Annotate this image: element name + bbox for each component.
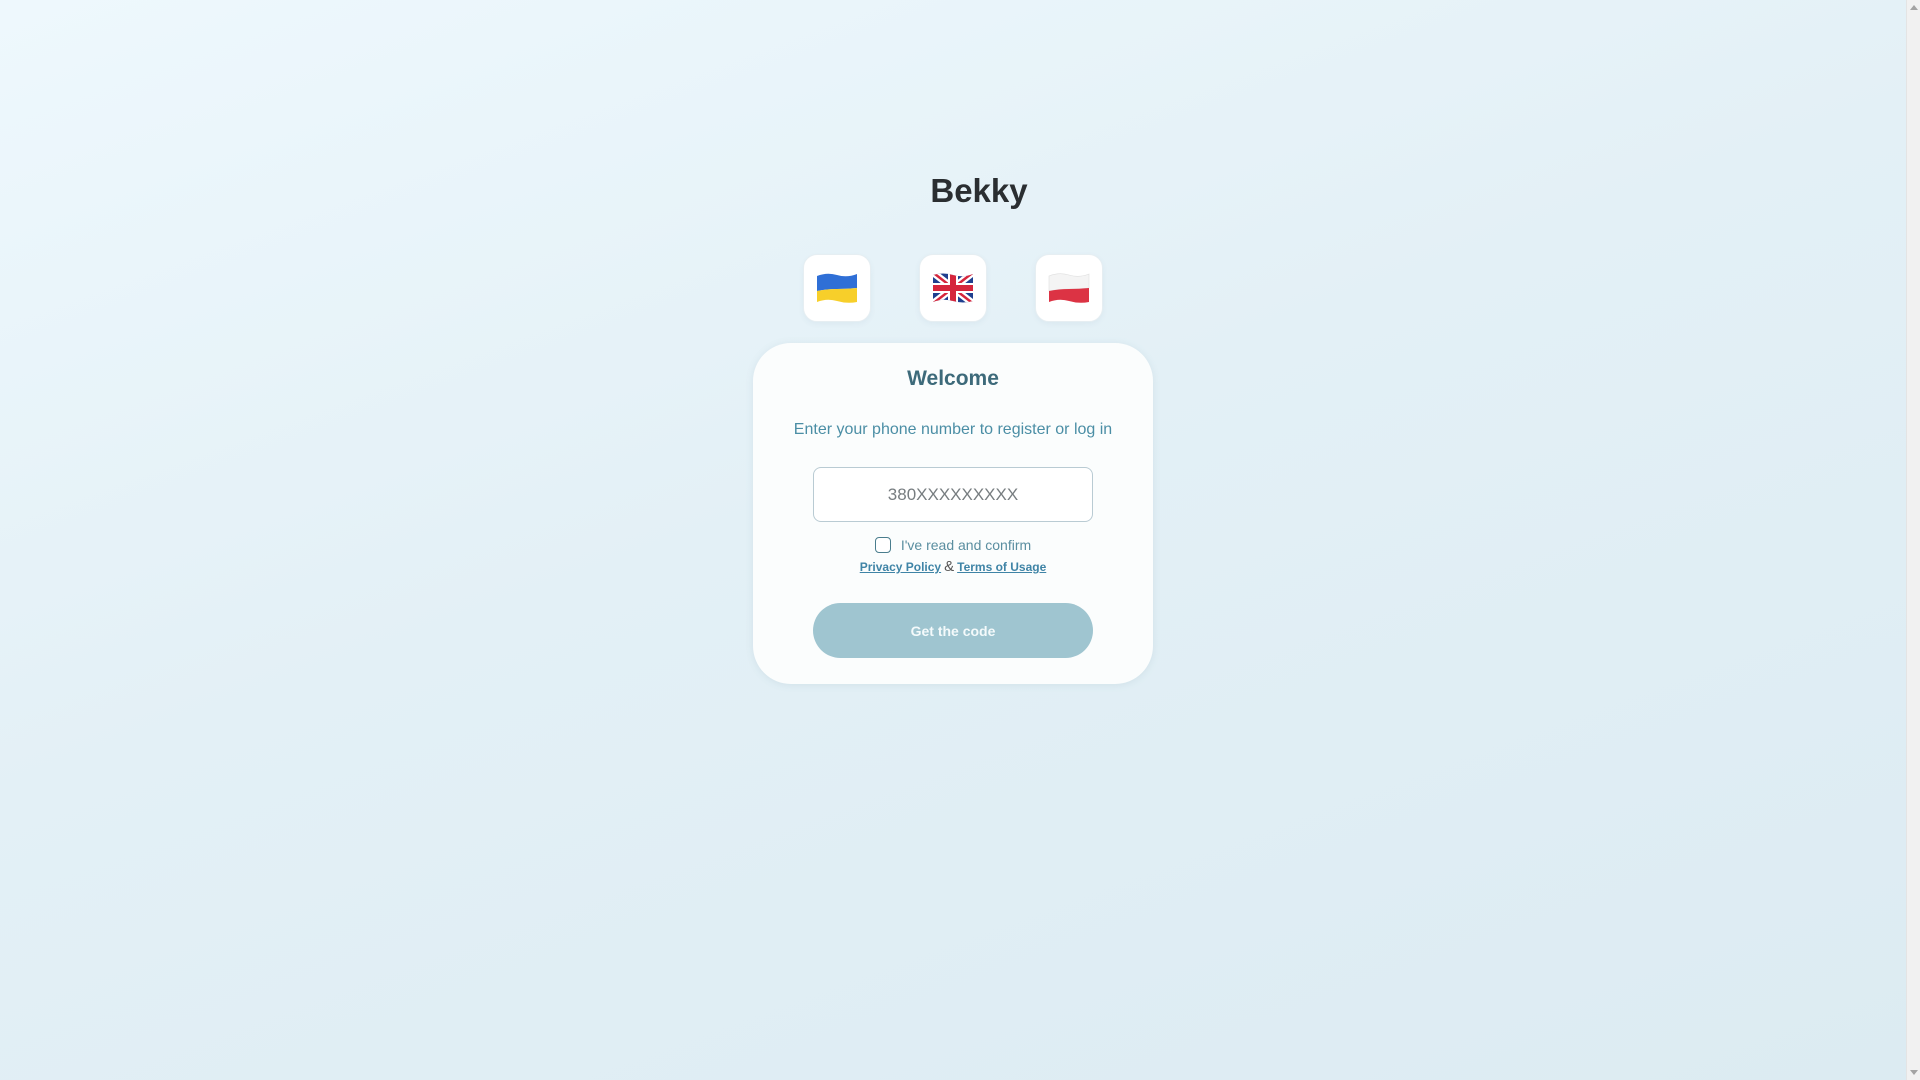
privacy-policy-link[interactable]: Privacy Policy — [860, 560, 941, 574]
login-card: Welcome Enter your phone number to regis… — [753, 343, 1153, 684]
welcome-heading: Welcome — [907, 367, 999, 390]
ampersand: & — [944, 558, 955, 575]
phone-input[interactable] — [813, 467, 1093, 522]
uk-flag-icon — [933, 273, 973, 303]
legal-links: Privacy Policy & Terms of Usage — [753, 557, 1153, 577]
scroll-up-icon[interactable] — [1910, 5, 1918, 10]
consent-row: I've read and confirm — [753, 535, 1153, 555]
ukraine-flag-icon — [817, 273, 857, 303]
consent-label: I've read and confirm — [900, 537, 1032, 553]
login-instructions: Enter your phone number to register or l… — [793, 421, 1113, 438]
terms-of-usage-link[interactable]: Terms of Usage — [957, 560, 1046, 574]
scroll-down-icon[interactable] — [1910, 1070, 1918, 1075]
get-code-button[interactable]: Get the code — [813, 603, 1093, 658]
language-button-pl[interactable] — [1035, 254, 1103, 322]
poland-flag-icon — [1048, 273, 1090, 303]
language-button-uk[interactable] — [803, 254, 871, 322]
page-scrollbar[interactable] — [1906, 0, 1920, 1080]
brand-title: Bekky — [930, 172, 1028, 209]
language-button-en[interactable] — [919, 254, 987, 322]
consent-checkbox[interactable] — [874, 537, 891, 554]
